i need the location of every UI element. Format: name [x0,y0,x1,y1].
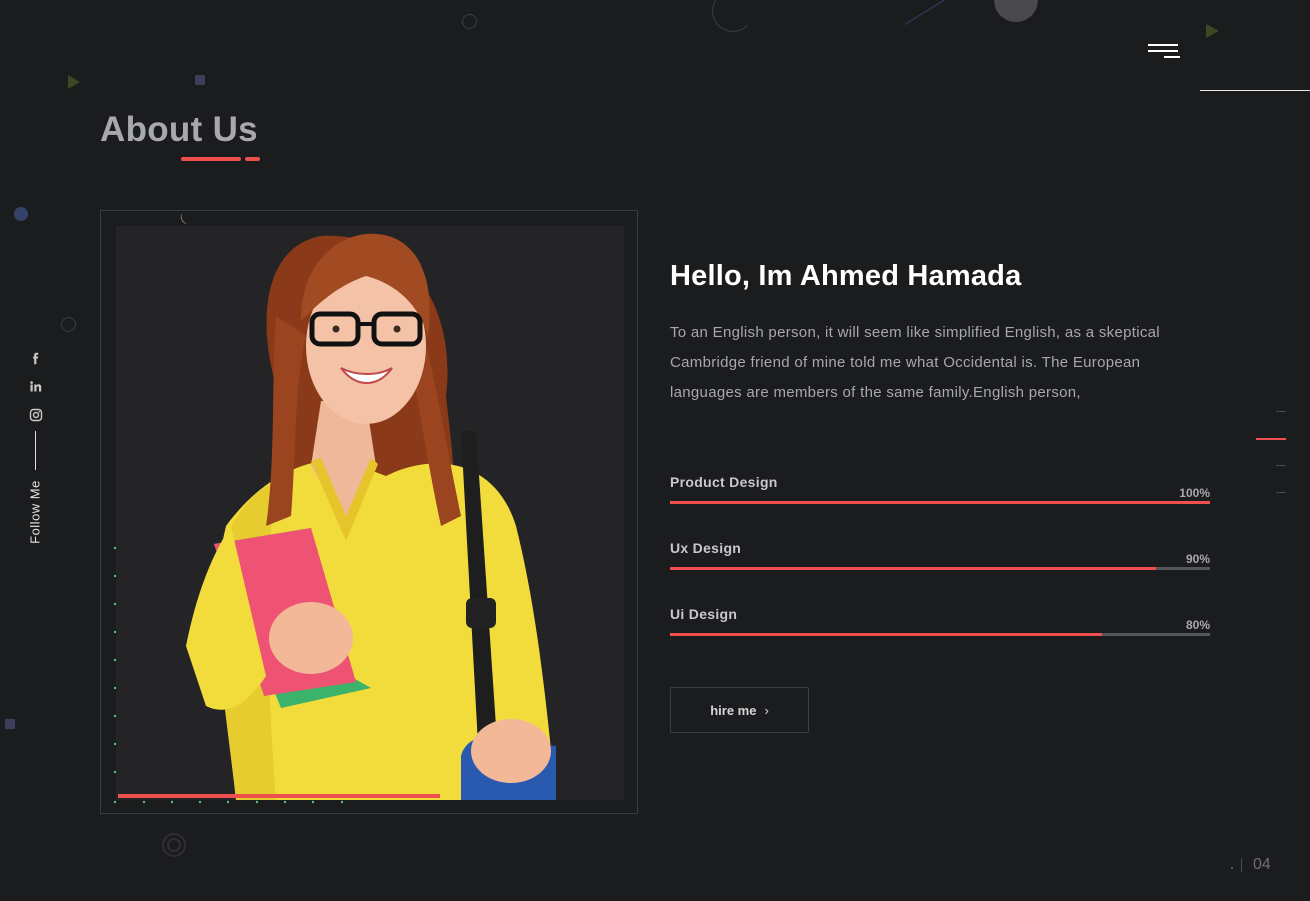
decorative-square [5,719,15,729]
skill-percent: 90% [1185,552,1210,566]
title-underline [181,157,241,161]
decorative-dot-grid [113,546,344,804]
decorative-square [195,75,205,85]
skill-label: Ux Design [670,540,742,556]
decorative-triangle [1206,24,1219,38]
header-divider [1200,90,1310,91]
skill-percent: 100% [1179,486,1210,500]
facebook-icon[interactable] [29,352,43,366]
skill-track [670,567,1210,570]
skill-label: Ui Design [670,606,738,622]
decorative-line [904,0,953,25]
decorative-dot [14,207,28,221]
skill-label: Product Design [670,474,778,490]
pagination-dot [1231,867,1233,869]
chevron-right-icon: › [764,702,769,718]
follow-me-label: Follow Me [27,480,43,544]
section-title: About Us [100,110,258,149]
hamburger-menu-icon[interactable] [1146,43,1180,63]
linkedin-icon[interactable] [29,380,43,394]
pagination-divider [1241,858,1242,872]
skill-percent: 80% [1185,618,1210,632]
photo-accent-bar [118,794,440,798]
hire-me-label: hire me [710,702,757,718]
hire-me-button[interactable]: hire me › [670,687,809,733]
decorative-spiral-inner [167,838,181,852]
skill-fill [670,501,1210,504]
instagram-icon[interactable] [29,408,43,422]
decorative-arc [712,0,754,32]
page-number: 04 [1253,856,1271,873]
decorative-triangle [68,75,80,89]
section-nav-dot[interactable] [1276,411,1286,412]
greeting-heading: Hello, Im Ahmed Hamada [670,260,1022,292]
section-nav-dot[interactable] [1276,465,1286,466]
section-nav-active[interactable] [1256,438,1286,440]
decorative-ring [61,317,76,332]
skill-track [670,501,1210,504]
section-nav-dot[interactable] [1276,492,1286,493]
bio-paragraph: To an English person, it will seem like … [670,324,1160,401]
decorative-circle [994,0,1038,22]
skill-fill [670,567,1156,570]
follow-divider [35,431,36,470]
decorative-ring [462,14,477,29]
skill-track [670,633,1210,636]
skill-fill [670,633,1102,636]
title-underline-accent [245,157,260,161]
